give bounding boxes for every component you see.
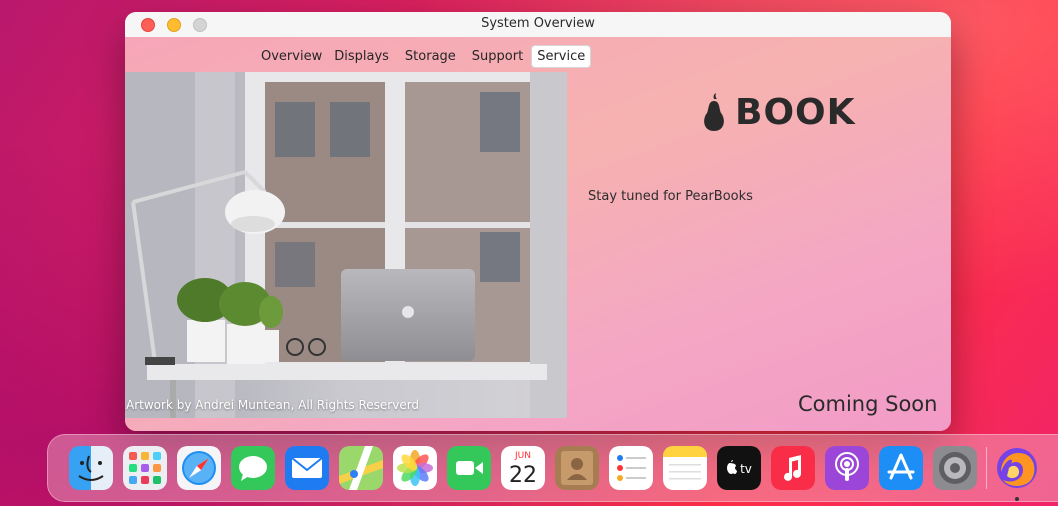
notes-icon[interactable] xyxy=(663,446,707,490)
messages-icon[interactable] xyxy=(231,446,275,490)
workspace-photo: Artwork by Andrei Muntean, All Rights Re… xyxy=(125,72,567,418)
photos-icon[interactable] xyxy=(393,446,437,490)
mail-icon[interactable] xyxy=(285,446,329,490)
workspace-illustration xyxy=(125,72,567,418)
coming-soon-text: Coming Soon xyxy=(798,392,938,416)
finder-icon[interactable] xyxy=(69,446,113,490)
dock-separator xyxy=(986,447,987,489)
window-title: System Overview xyxy=(481,16,595,31)
pear-icon xyxy=(704,92,724,131)
reminders-icon[interactable] xyxy=(609,446,653,490)
facetime-icon[interactable] xyxy=(447,446,491,490)
app-store-icon[interactable] xyxy=(879,446,923,490)
tab-bar: Overview Displays Storage Support Servic… xyxy=(255,45,592,68)
tagline-text: Stay tuned for PearBooks xyxy=(588,189,753,204)
calendar-icon[interactable]: JUN 22 xyxy=(501,446,545,490)
system-preferences-icon[interactable] xyxy=(933,446,977,490)
maps-icon[interactable] xyxy=(339,446,383,490)
window-content: Overview Displays Storage Support Servic… xyxy=(125,37,951,431)
calendar-month: JUN xyxy=(514,451,531,461)
photo-credit: Artwork by Andrei Muntean, All Rights Re… xyxy=(126,398,420,412)
firefox-icon[interactable] xyxy=(995,446,1039,490)
title-bar[interactable]: System Overview xyxy=(125,12,951,37)
apple-tv-icon[interactable]: tv xyxy=(717,446,761,490)
tab-storage[interactable]: Storage xyxy=(399,45,462,68)
launchpad-icon[interactable] xyxy=(123,446,167,490)
contacts-icon[interactable] xyxy=(555,446,599,490)
tab-service[interactable]: Service xyxy=(531,45,592,68)
dock: JUN 22 tv xyxy=(47,434,1058,502)
tab-support[interactable]: Support xyxy=(466,45,529,68)
tab-overview[interactable]: Overview xyxy=(255,45,328,68)
apple-tv-label: tv xyxy=(740,462,752,476)
tab-displays[interactable]: Displays xyxy=(328,45,395,68)
brand-name: BOOK xyxy=(735,92,856,133)
podcasts-icon[interactable] xyxy=(825,446,869,490)
calendar-day: 22 xyxy=(509,463,537,488)
system-overview-window: System Overview Overview Displays Storag… xyxy=(125,12,951,431)
safari-icon[interactable] xyxy=(177,446,221,490)
music-icon[interactable] xyxy=(771,446,815,490)
brand-logo: BOOK xyxy=(699,92,856,133)
running-indicator xyxy=(1015,497,1019,501)
